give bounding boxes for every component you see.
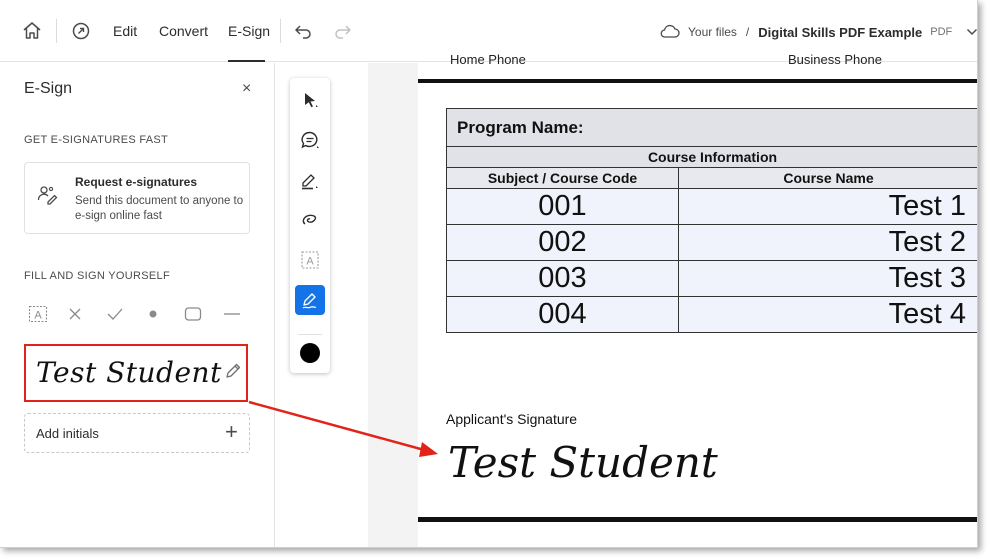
course-code-cell[interactable]: 003 [446, 260, 679, 297]
home-icon[interactable] [21, 20, 43, 42]
add-initials-label: Add initials [36, 426, 99, 441]
color-swatch[interactable] [300, 343, 320, 363]
select-arrow-icon[interactable] [298, 88, 322, 112]
fill-sign-tools: A [28, 304, 262, 324]
course-name-cell[interactable]: Test 1 [677, 188, 977, 225]
course-name-cell[interactable]: Test 4 [677, 296, 977, 333]
cut-off-labels: Home Phone Business Phone [418, 52, 977, 70]
chevron-down-icon[interactable] [966, 25, 977, 39]
program-name-label: Program Name: [445, 108, 977, 147]
esign-panel: E-Sign × GET E-SIGNATURES FAST Request e… [0, 63, 275, 547]
file-type-badge: PDF [930, 26, 953, 38]
placed-signature[interactable]: Test Student [448, 438, 718, 487]
toolbar-divider [56, 19, 57, 43]
vertical-toolbar: A [290, 78, 330, 373]
breadcrumb-separator: / [745, 25, 750, 39]
table-row: 002 Test 2 [446, 224, 977, 261]
applicant-signature-label: Applicant's Signature [446, 411, 578, 427]
close-icon[interactable]: × [242, 80, 251, 98]
course-code-cell[interactable]: 004 [446, 296, 679, 333]
tab-edit[interactable]: Edit [113, 23, 137, 39]
add-initials-button[interactable]: Add initials + [24, 413, 250, 453]
undo-icon[interactable] [292, 20, 314, 42]
checkmark-icon[interactable] [106, 304, 145, 324]
column-header: Course Name [677, 167, 977, 189]
section-heading: GET E-SIGNATURES FAST [24, 134, 169, 146]
tab-esign[interactable]: E-Sign [228, 23, 270, 39]
sign-pen-icon[interactable] [295, 285, 325, 315]
file-breadcrumb: Your files / Digital Skills PDF Example … [660, 23, 977, 41]
column-header: Subject / Course Code [446, 167, 679, 189]
dot-icon[interactable] [145, 304, 184, 324]
draw-lasso-icon[interactable] [298, 208, 322, 232]
request-esignatures-card[interactable]: Request e-signatures Send this document … [24, 162, 250, 234]
document-rule [418, 517, 977, 522]
course-name-cell[interactable]: Test 2 [677, 224, 977, 261]
request-title: Request e-signatures [75, 175, 198, 189]
table-row: 001 Test 1 [446, 188, 977, 225]
rectangle-icon[interactable] [184, 304, 223, 324]
table-row: 003 Test 3 [446, 260, 977, 297]
request-description: Send this document to anyone to e-sign o… [75, 195, 244, 222]
line-icon[interactable] [223, 304, 262, 324]
toolbar-divider [298, 334, 322, 335]
course-name-cell[interactable]: Test 3 [677, 260, 977, 297]
course-code-cell[interactable]: 001 [446, 188, 679, 225]
comment-icon[interactable] [298, 128, 322, 152]
file-name[interactable]: Digital Skills PDF Example [758, 25, 922, 40]
home-phone-label: Home Phone [450, 52, 526, 67]
text-field-icon[interactable]: A [28, 304, 67, 324]
cloud-icon [660, 24, 680, 41]
svg-text:A: A [34, 310, 42, 322]
highlight-icon[interactable] [298, 168, 322, 192]
table-row: 004 Test 4 [446, 296, 977, 333]
section-heading: FILL AND SIGN YOURSELF [24, 270, 170, 282]
tab-convert[interactable]: Convert [159, 23, 208, 39]
signature-highlight-box [24, 344, 248, 402]
document-rule [418, 79, 977, 83]
course-information-header: Course Information [445, 146, 977, 168]
request-signatures-icon [37, 185, 59, 210]
panel-title: E-Sign [24, 80, 73, 97]
ai-assistant-icon[interactable] [70, 20, 92, 42]
svg-text:A: A [306, 256, 314, 268]
text-box-icon[interactable]: A [298, 248, 322, 272]
active-tab-indicator [228, 60, 265, 62]
app-window: Edit Convert E-Sign Your files / Digital… [0, 0, 978, 548]
business-phone-label: Business Phone [788, 52, 882, 67]
course-table: Program Name: Course Information Subject… [445, 108, 977, 333]
redo-icon[interactable] [332, 20, 354, 42]
cross-mark-icon[interactable] [67, 304, 106, 324]
your-files-link[interactable]: Your files [688, 25, 737, 39]
course-code-cell[interactable]: 002 [446, 224, 679, 261]
toolbar-divider [280, 19, 281, 43]
plus-icon: + [225, 419, 238, 444]
